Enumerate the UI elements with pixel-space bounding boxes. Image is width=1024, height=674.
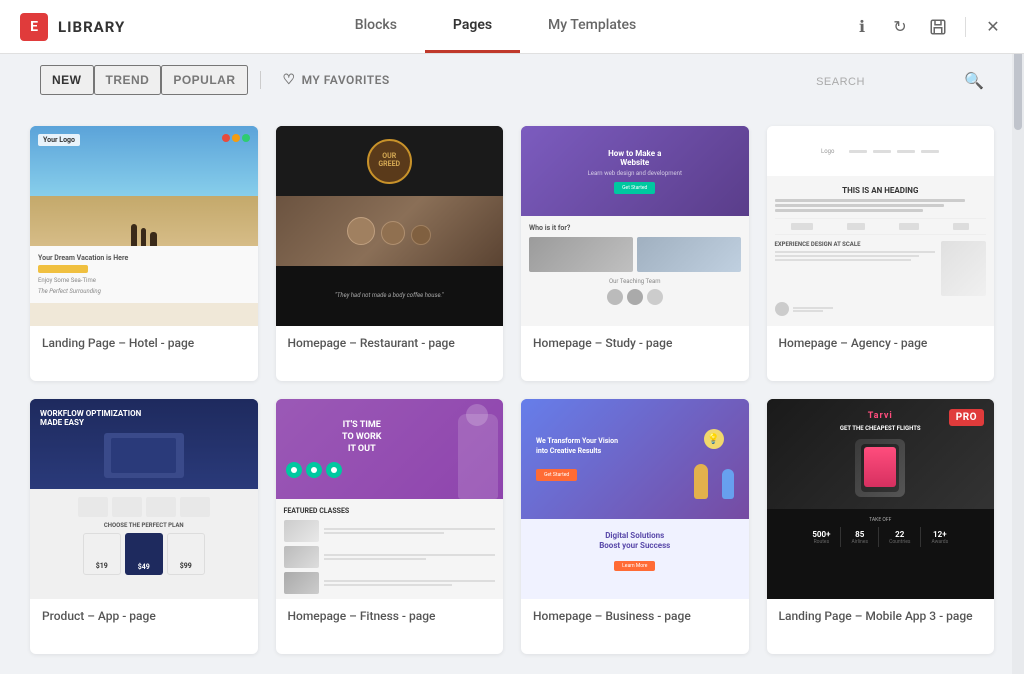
tab-pages[interactable]: Pages [425,0,520,53]
card-label-fitness: Homepage – Fitness - page [276,599,504,633]
elementor-logo: E [20,13,48,41]
search-icon[interactable]: 🔍 [964,71,984,90]
refresh-icon[interactable]: ↻ [889,16,911,38]
template-card-restaurant[interactable]: OURGREED "They had not made a body coffe… [276,126,504,381]
header-actions: ℹ ↻ ✕ [851,16,1004,38]
tab-blocks[interactable]: Blocks [327,0,425,53]
thumbnail-agency: Logo THIS IS AN HEADING [767,126,995,326]
header-divider [965,17,966,37]
scrollbar-thumb[interactable] [1014,50,1022,130]
template-card-study[interactable]: How to Make aWebsite Learn web design an… [521,126,749,381]
filter-divider [260,71,261,89]
card-label-agency: Homepage – Agency - page [767,326,995,360]
favorites-button[interactable]: ♡ MY FAVORITES [273,66,400,94]
card-label-mobile: Landing Page – Mobile App 3 - page [767,599,995,633]
filter-popular[interactable]: POPULAR [161,65,247,95]
thumbnail-hotel: Your Dream Vacation is Here Enjoy Some S… [30,126,258,326]
save-icon[interactable] [927,16,949,38]
card-label-business: Homepage – Business - page [521,599,749,633]
template-card-fitness[interactable]: IT'S TIMETO WORKIT OUT [276,399,504,654]
templates-grid: Your Dream Vacation is Here Enjoy Some S… [0,106,1024,674]
thumbnail-restaurant: OURGREED "They had not made a body coffe… [276,126,504,326]
logo-area: E LIBRARY [20,13,140,41]
heart-icon: ♡ [283,72,296,88]
template-card-mobile[interactable]: PRO Tarvi GET THE CHEAPEST FLIGHTS TAKE … [767,399,995,654]
search-area: 🔍 [816,71,984,90]
card-label-study: Homepage – Study - page [521,326,749,360]
thumbnail-app: WORKFLOW OPTIMIZATIONMADE EASY [30,399,258,599]
thumbnail-mobile: PRO Tarvi GET THE CHEAPEST FLIGHTS TAKE … [767,399,995,599]
thumbnail-fitness: IT'S TIMETO WORKIT OUT [276,399,504,599]
card-label-app: Product – App - page [30,599,258,633]
tab-my-templates[interactable]: My Templates [520,0,664,53]
template-card-app[interactable]: WORKFLOW OPTIMIZATIONMADE EASY [30,399,258,654]
search-input[interactable] [816,73,956,88]
info-icon[interactable]: ℹ [851,16,873,38]
thumbnail-study: How to Make aWebsite Learn web design an… [521,126,749,326]
template-card-hotel[interactable]: Your Dream Vacation is Here Enjoy Some S… [30,126,258,381]
header: E LIBRARY Blocks Pages My Templates ℹ ↻ … [0,0,1024,54]
scrollbar-track[interactable] [1012,0,1024,674]
card-label-hotel: Landing Page – Hotel - page [30,326,258,360]
filter-bar: NEW TREND POPULAR ♡ MY FAVORITES 🔍 [0,54,1024,106]
study-title: How to Make aWebsite [608,149,661,167]
filter-new[interactable]: NEW [40,65,94,95]
thumbnail-business: We Transform Your Visioninto Creative Re… [521,399,749,599]
filter-trend[interactable]: TREND [94,65,162,95]
main-nav: Blocks Pages My Templates [140,0,851,53]
library-title: LIBRARY [58,18,125,36]
template-card-agency[interactable]: Logo THIS IS AN HEADING [767,126,995,381]
close-icon[interactable]: ✕ [982,16,1004,38]
pro-badge: PRO [949,409,984,426]
card-label-restaurant: Homepage – Restaurant - page [276,326,504,360]
template-card-business[interactable]: We Transform Your Visioninto Creative Re… [521,399,749,654]
